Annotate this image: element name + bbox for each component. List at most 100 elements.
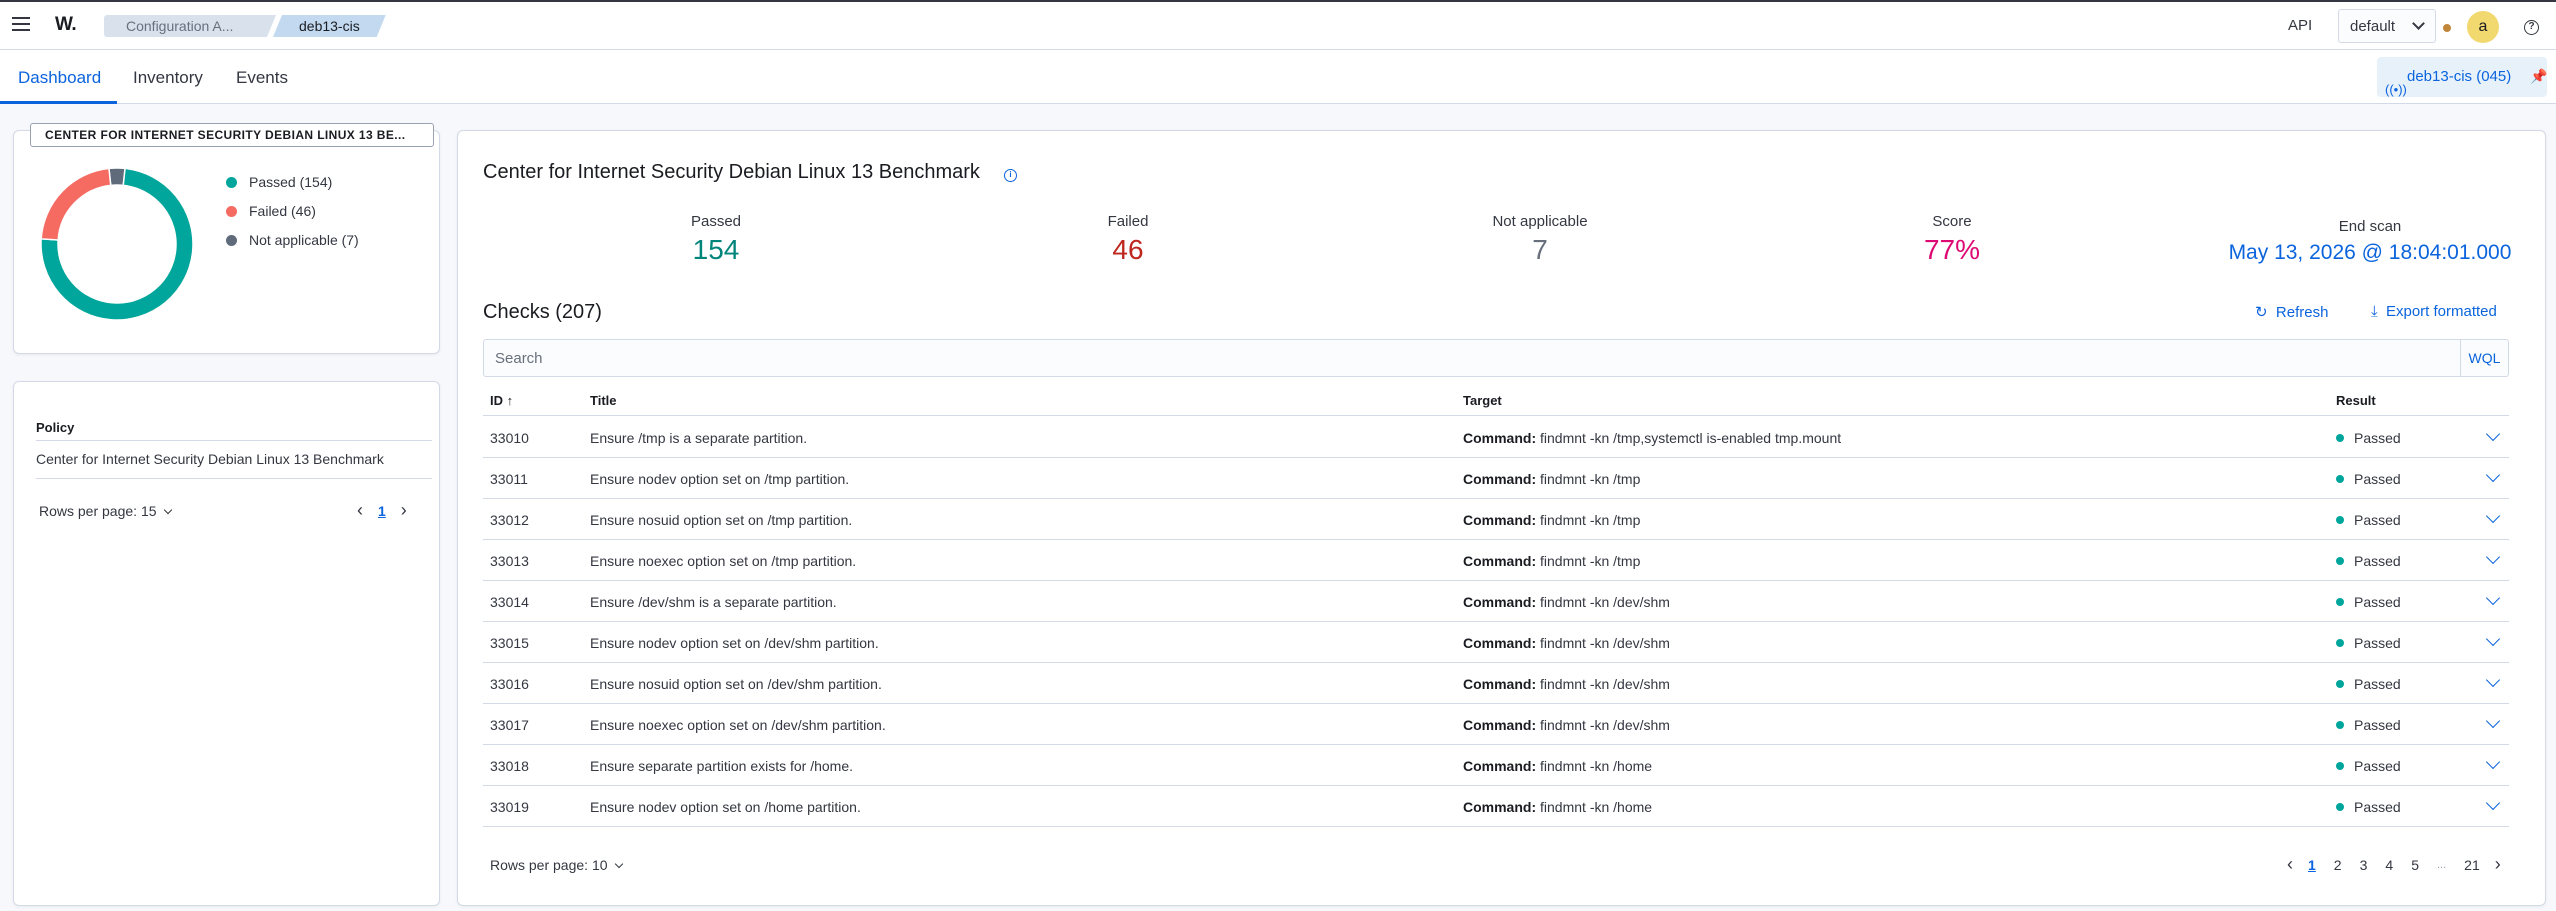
- page-2[interactable]: 2: [2334, 857, 2342, 873]
- column-result[interactable]: Result: [2336, 393, 2376, 408]
- cell-title: Ensure nosuid option set on /dev/shm par…: [590, 676, 882, 692]
- target-command: findmnt -kn /tmp: [1540, 512, 1641, 528]
- export-formatted-button[interactable]: ⤓ Export formatted: [2371, 303, 2497, 320]
- expand-row-icon[interactable]: [2485, 549, 2501, 565]
- cell-id: 33017: [490, 717, 529, 733]
- cell-target: Command: findmnt -kn /tmp: [1463, 553, 1640, 569]
- column-id[interactable]: ID ↑: [490, 393, 513, 408]
- table-header: ID ↑ Title Target Result: [483, 382, 2509, 416]
- expand-row-icon[interactable]: [2485, 590, 2501, 606]
- table-row[interactable]: 33016 Ensure nosuid option set on /dev/sh…: [483, 663, 2509, 704]
- chevron-down-icon: [2412, 17, 2425, 30]
- cell-result: Passed: [2336, 758, 2401, 774]
- table-row[interactable]: 33019 Ensure nodev option set on /home pa…: [483, 786, 2509, 827]
- table-row[interactable]: 33015 Ensure nodev option set on /dev/shm…: [483, 622, 2509, 663]
- page-1[interactable]: 1: [2308, 857, 2316, 873]
- legend-swatch-not-applicable: [226, 235, 237, 246]
- cell-title: Ensure /tmp is a separate partition.: [590, 430, 808, 446]
- expand-row-icon[interactable]: [2485, 426, 2501, 442]
- prev-page-icon[interactable]: ‹: [2287, 854, 2293, 875]
- next-page-icon[interactable]: ›: [2495, 854, 2501, 875]
- page-1[interactable]: 1: [378, 503, 386, 519]
- policy-column-header: Policy: [36, 420, 75, 435]
- sort-ascending-icon: ↑: [506, 393, 514, 408]
- column-target[interactable]: Target: [1463, 393, 1502, 408]
- cell-result: Passed: [2336, 471, 2401, 487]
- target-command: findmnt -kn /tmp: [1540, 471, 1641, 487]
- expand-row-icon[interactable]: [2485, 754, 2501, 770]
- help-icon[interactable]: ?: [2524, 20, 2539, 35]
- breadcrumb-configuration[interactable]: Configuration A...: [104, 15, 276, 37]
- donut-slice-failed[interactable]: [40, 167, 112, 241]
- chevron-down-icon: [614, 859, 623, 869]
- cell-id: 33012: [490, 512, 529, 528]
- chevron-down-icon: [163, 505, 172, 515]
- expand-row-icon[interactable]: [2485, 467, 2501, 483]
- environment-select[interactable]: default: [2338, 9, 2436, 43]
- cell-title: Ensure nosuid option set on /tmp partiti…: [590, 512, 853, 528]
- tabs-bar: Dashboard Inventory Events ((•)) deb13-c…: [0, 50, 2556, 104]
- divider: [36, 440, 432, 441]
- breadcrumb-agent[interactable]: deb13-cis: [273, 15, 386, 37]
- policy-rows-per-page[interactable]: Rows per page: 15: [39, 503, 172, 519]
- target-command: findmnt -kn /tmp,systemctl is-enabled tm…: [1540, 430, 1842, 446]
- api-link[interactable]: API: [2288, 17, 2312, 34]
- stat-end-scan: End scan May 13, 2026 @ 18:04:01.000: [2200, 218, 2540, 265]
- target-command: findmnt -kn /tmp: [1540, 553, 1641, 569]
- stat-passed: Passed 154: [608, 213, 824, 266]
- table-row[interactable]: 33014 Ensure /dev/shm is a separate parti…: [483, 581, 2509, 622]
- page-3[interactable]: 3: [2360, 857, 2368, 873]
- cell-result: Passed: [2336, 512, 2401, 528]
- next-page-icon[interactable]: ›: [401, 500, 407, 521]
- wql-button[interactable]: WQL: [2460, 340, 2508, 376]
- page-21[interactable]: 21: [2464, 857, 2480, 873]
- target-prefix: Command:: [1463, 471, 1537, 487]
- tab-dashboard[interactable]: Dashboard: [18, 68, 101, 88]
- cell-title: Ensure nodev option set on /dev/shm part…: [590, 635, 879, 651]
- table-row[interactable]: 33011 Ensure nodev option set on /tmp par…: [483, 458, 2509, 499]
- expand-row-icon[interactable]: [2485, 508, 2501, 524]
- table-row[interactable]: 33017 Ensure noexec option set on /dev/sh…: [483, 704, 2509, 745]
- table-row[interactable]: 33010 Ensure /tmp is a separate partition…: [483, 417, 2509, 458]
- column-title[interactable]: Title: [590, 393, 617, 408]
- avatar[interactable]: a: [2467, 11, 2499, 43]
- expand-row-icon[interactable]: [2485, 713, 2501, 729]
- page-4[interactable]: 4: [2385, 857, 2393, 873]
- cell-title: Ensure noexec option set on /tmp partiti…: [590, 553, 857, 569]
- legend-failed[interactable]: Failed (46): [226, 203, 316, 219]
- cell-target: Command: findmnt -kn /dev/shm: [1463, 635, 1670, 651]
- info-icon[interactable]: i: [1004, 169, 1017, 182]
- status-dot: [2336, 721, 2344, 729]
- pin-icon[interactable]: 📌: [2530, 68, 2547, 85]
- table-row[interactable]: 33018 Ensure separate partition exists fo…: [483, 745, 2509, 786]
- table-row[interactable]: 33013 Ensure noexec option set on /tmp pa…: [483, 540, 2509, 581]
- tab-events[interactable]: Events: [236, 68, 288, 88]
- legend-passed[interactable]: Passed (154): [226, 174, 332, 190]
- expand-row-icon[interactable]: [2485, 795, 2501, 811]
- policy-row[interactable]: Center for Internet Security Debian Linu…: [36, 451, 384, 467]
- cell-title: Ensure separate partition exists for /ho…: [590, 758, 854, 774]
- summary-title: CENTER FOR INTERNET SECURITY DEBIAN LINU…: [30, 123, 434, 147]
- refresh-button[interactable]: ↻ Refresh: [2255, 303, 2328, 321]
- expand-row-icon[interactable]: [2485, 672, 2501, 688]
- app-logo[interactable]: W.: [55, 14, 77, 36]
- agent-badge[interactable]: ((•)) deb13-cis (045): [2377, 57, 2547, 97]
- expand-row-icon[interactable]: [2485, 631, 2501, 647]
- search-input[interactable]: [484, 340, 2434, 376]
- prev-page-icon[interactable]: ‹: [357, 500, 363, 521]
- target-command: findmnt -kn /home: [1540, 758, 1653, 774]
- donut-slice-not-applicable[interactable]: [108, 167, 126, 187]
- legend-not-applicable[interactable]: Not applicable (7): [226, 232, 359, 248]
- benchmark-panel: Center for Internet Security Debian Linu…: [457, 130, 2546, 906]
- signal-icon: ((•)): [2385, 82, 2407, 97]
- status-dot: [2336, 516, 2344, 524]
- menu-icon[interactable]: [12, 17, 30, 31]
- table-row[interactable]: 33012 Ensure nosuid option set on /tmp pa…: [483, 499, 2509, 540]
- cell-target: Command: findmnt -kn /tmp: [1463, 471, 1640, 487]
- policy-panel: Policy Center for Internet Security Debi…: [13, 381, 440, 906]
- page-5[interactable]: 5: [2411, 857, 2419, 873]
- target-prefix: Command:: [1463, 512, 1537, 528]
- checks-rows-per-page[interactable]: Rows per page: 10: [490, 857, 623, 873]
- cell-title: Ensure nodev option set on /tmp partitio…: [590, 471, 850, 487]
- tab-inventory[interactable]: Inventory: [133, 68, 203, 88]
